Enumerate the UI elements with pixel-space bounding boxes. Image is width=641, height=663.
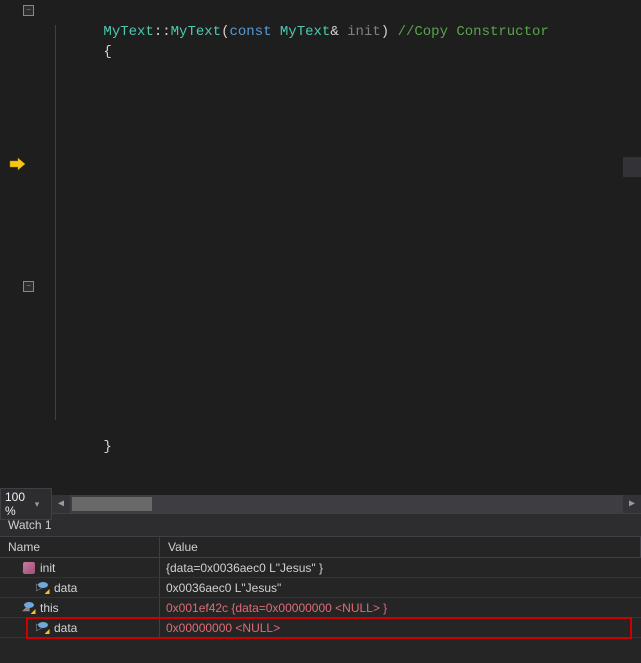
- code-text-area[interactable]: MyText::MyText(const MyText& init) //Cop…: [35, 0, 641, 495]
- code-line: MyText::MyText(const MyText& init) //Cop…: [35, 2, 641, 22]
- watch-var-name: data: [54, 581, 77, 595]
- watch-header-row: Name Value: [0, 536, 641, 558]
- code-fold-toggle[interactable]: −: [23, 281, 34, 292]
- watch-row[interactable]: ◢ this 0x001ef42c {data=0x00000000 <NULL…: [0, 598, 641, 618]
- member-icon: [36, 621, 50, 635]
- code-fold-line: [55, 25, 56, 420]
- scrollbar-track[interactable]: [70, 495, 623, 513]
- watch-panel-title: Watch 1: [0, 514, 641, 536]
- code-fold-toggle[interactable]: −: [23, 5, 34, 16]
- code-line: {: [35, 22, 641, 42]
- watch-name-cell: ▷ data: [0, 578, 160, 597]
- watch-name-cell: ▷ data: [0, 618, 160, 637]
- scroll-left-button[interactable]: ◀: [52, 495, 70, 513]
- expand-toggle-icon[interactable]: ▷: [4, 582, 36, 593]
- scroll-right-button[interactable]: ▶: [623, 495, 641, 513]
- horizontal-scrollbar-container: 100 % ▾ ◀ ▶: [0, 495, 641, 513]
- scrollbar-thumb[interactable]: [72, 497, 152, 511]
- watch-header-name[interactable]: Name: [0, 537, 160, 557]
- chevron-down-icon: ▾: [35, 499, 47, 510]
- scrollbar-marker: [623, 157, 641, 177]
- watch-row[interactable]: ▷ data 0x0036aec0 L"Jesus": [0, 578, 641, 598]
- expand-toggle-icon[interactable]: ▷: [4, 622, 36, 633]
- watch-name-cell: ◢ this: [0, 598, 160, 617]
- member-icon: [22, 601, 36, 615]
- watch-value: 0x001ef42c {data=0x00000000 <NULL> }: [160, 601, 641, 615]
- watch-var-name: data: [54, 621, 77, 635]
- zoom-level-dropdown[interactable]: 100 % ▾: [0, 488, 52, 520]
- watch-value: {data=0x0036aec0 L"Jesus" }: [160, 561, 641, 575]
- code-token-brace: }: [103, 439, 111, 455]
- watch-row[interactable]: ◢ init {data=0x0036aec0 L"Jesus" }: [0, 558, 641, 578]
- watch-name-cell: ◢ init: [0, 558, 160, 577]
- watch-var-name: init: [40, 561, 55, 575]
- watch-header-value[interactable]: Value: [160, 537, 641, 557]
- watch-body: ◢ init {data=0x0036aec0 L"Jesus" } ▷ dat…: [0, 558, 641, 663]
- expand-toggle-icon[interactable]: ◢: [4, 562, 22, 573]
- expand-toggle-icon[interactable]: ◢: [4, 602, 22, 613]
- code-token-brace: {: [103, 44, 111, 60]
- watch-value: 0x00000000 <NULL>: [160, 621, 641, 635]
- editor-gutter: − −: [0, 0, 35, 495]
- member-icon: [36, 581, 50, 595]
- watch-value: 0x0036aec0 L"Jesus": [160, 581, 641, 595]
- code-editor-pane: − − MyText::MyText(const MyText& init) /…: [0, 0, 641, 495]
- watch-var-name: this: [40, 601, 59, 615]
- current-line-arrow-icon: [8, 157, 26, 171]
- zoom-value: 100 %: [5, 490, 35, 518]
- watch-row[interactable]: ▷ data 0x00000000 <NULL>: [0, 618, 641, 638]
- code-line: }: [35, 417, 641, 437]
- watch-panel: Watch 1 Name Value ◢ init {data=0x0036ae…: [0, 513, 641, 663]
- struct-icon: [22, 561, 36, 575]
